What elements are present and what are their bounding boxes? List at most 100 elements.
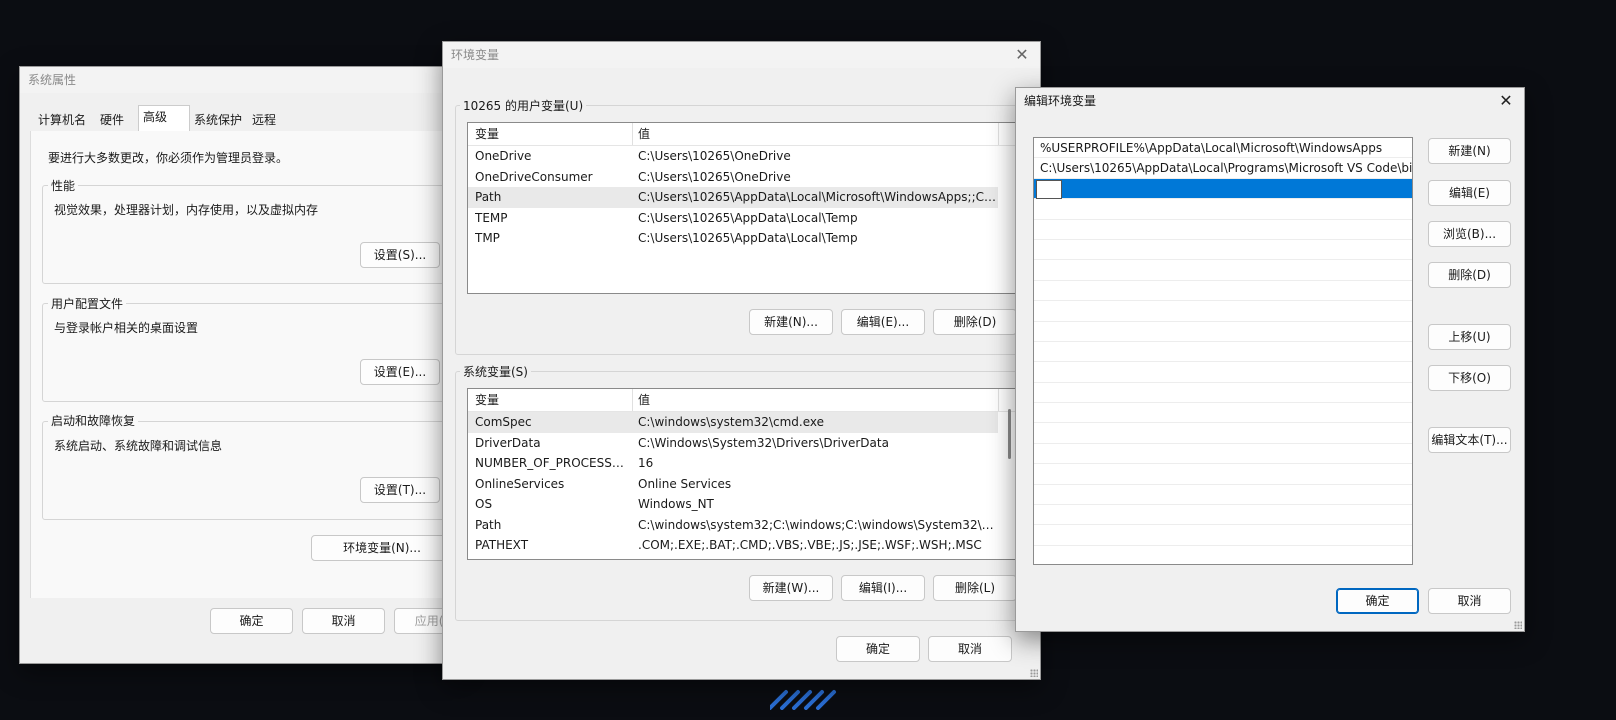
column-header-value[interactable]: 值 [638, 123, 650, 145]
user-edit-button[interactable]: 编辑(E)... [841, 309, 925, 335]
variable-value: C:\windows\system32\cmd.exe [638, 415, 824, 429]
column-header-variable[interactable]: 变量 [475, 123, 499, 145]
list-item[interactable] [1034, 342, 1412, 363]
user-profile-group [42, 303, 460, 402]
table-row[interactable]: TMP C:\Users\10265\AppData\Local\Temp [468, 228, 1040, 249]
list-item[interactable] [1034, 485, 1412, 506]
variable-value: C:\Users\10265\OneDrive [638, 169, 791, 184]
list-item[interactable] [1034, 464, 1412, 485]
inline-edit-field[interactable] [1036, 179, 1062, 199]
list-item[interactable] [1034, 423, 1412, 444]
tab-computer-name[interactable]: 计算机名 [34, 109, 90, 131]
list-item[interactable] [1034, 403, 1412, 424]
cancel-button[interactable]: 取消 [1428, 588, 1511, 614]
edit-environment-variable-window: 编辑环境变量 ✕ %USERPROFILE%\AppData\Local\Mic… [1015, 87, 1525, 632]
table-row[interactable]: NUMBER_OF_PROCESSORS 16 [468, 453, 1040, 474]
environment-variables-button[interactable]: 环境变量(N)... [311, 535, 453, 561]
variable-value: C:\Users\10265\AppData\Local\Microsoft\W… [638, 190, 996, 204]
list-item[interactable] [1034, 220, 1412, 240]
system-edit-button[interactable]: 编辑(I)... [841, 575, 925, 601]
move-down-button[interactable]: 下移(O) [1428, 365, 1511, 391]
resize-grip-icon[interactable] [1030, 669, 1038, 677]
startup-recovery-settings-button[interactable]: 设置(T)... [360, 477, 440, 503]
tab-remote[interactable]: 远程 [248, 109, 280, 131]
edit-text-button[interactable]: 编辑文本(T)... [1428, 427, 1511, 453]
system-variables-label: 系统变量(S) [460, 363, 531, 380]
ok-button[interactable]: 确定 [210, 608, 293, 634]
ok-button[interactable]: 确定 [836, 636, 920, 662]
variable-value: C:\Users\10265\AppData\Local\Temp [638, 231, 858, 245]
list-item[interactable] [1034, 199, 1412, 220]
table-row[interactable]: Path C:\windows\system32;C:\windows;C:\w… [468, 515, 1040, 536]
tab-advanced[interactable]: 高级 [138, 105, 190, 131]
user-new-button[interactable]: 新建(N)... [749, 309, 833, 335]
user-variables-label: 10265 的用户变量(U) [460, 97, 587, 114]
variable-name: PATHEXT [475, 538, 529, 552]
list-item[interactable] [1034, 322, 1412, 342]
delete-button[interactable]: 删除(D) [1428, 262, 1511, 288]
browse-button[interactable]: 浏览(B)... [1428, 221, 1511, 247]
ok-button[interactable]: 确定 [1336, 588, 1419, 614]
close-icon[interactable]: ✕ [1012, 42, 1032, 68]
variable-name: Path [475, 517, 502, 532]
cancel-button[interactable]: 取消 [928, 636, 1012, 662]
list-item[interactable]: C:\Users\10265\AppData\Local\Programs\Mi… [1034, 158, 1412, 179]
list-item[interactable]: %USERPROFILE%\AppData\Local\Microsoft\Wi… [1034, 138, 1412, 159]
user-delete-button[interactable]: 删除(D) [933, 309, 1017, 335]
table-row[interactable]: TEMP C:\Users\10265\AppData\Local\Temp [468, 208, 1040, 229]
column-divider[interactable] [998, 389, 999, 411]
list-item[interactable] [1034, 240, 1412, 261]
list-item[interactable] [1034, 505, 1412, 526]
table-row[interactable]: OneDrive C:\Users\10265\OneDrive [468, 146, 1040, 167]
list-item[interactable] [1034, 546, 1412, 564]
table-row[interactable]: OS Windows_NT [468, 494, 1040, 515]
variable-value: C:\windows\system32;C:\windows;C:\window… [638, 517, 996, 532]
list-item[interactable] [1034, 444, 1412, 465]
table-row-selected[interactable]: ComSpec C:\windows\system32\cmd.exe [468, 412, 998, 433]
variable-value: 16 [638, 456, 654, 470]
title-bar: 系统属性 [20, 67, 460, 93]
path-entries-list[interactable]: %USERPROFILE%\AppData\Local\Microsoft\Wi… [1033, 137, 1413, 565]
column-divider[interactable] [632, 389, 633, 411]
list-item[interactable] [1034, 383, 1412, 404]
table-row[interactable]: OneDriveConsumer C:\Users\10265\OneDrive [468, 167, 1040, 188]
user-variables-list[interactable]: 变量 值 OneDrive C:\Users\10265\OneDrive On… [467, 122, 1040, 294]
window-title: 编辑环境变量 [1024, 94, 1097, 108]
list-item-selected-editing[interactable] [1034, 178, 1412, 200]
user-profile-settings-button[interactable]: 设置(E)... [360, 359, 440, 385]
move-up-button[interactable]: 上移(U) [1428, 324, 1511, 350]
close-icon[interactable]: ✕ [1496, 88, 1516, 114]
cancel-button[interactable]: 取消 [302, 608, 385, 634]
system-delete-button[interactable]: 删除(L) [933, 575, 1017, 601]
column-divider[interactable] [998, 123, 999, 145]
list-item[interactable] [1034, 525, 1412, 546]
list-item[interactable] [1034, 260, 1412, 281]
performance-label: 性能 [48, 177, 79, 194]
startup-recovery-group [42, 421, 460, 520]
variable-name: DriverData [475, 435, 541, 450]
startup-recovery-desc: 系统启动、系统故障和调试信息 [54, 439, 223, 453]
tab-system-protection[interactable]: 系统保护 [190, 109, 246, 131]
column-divider[interactable] [632, 123, 633, 145]
vertical-scrollbar-thumb[interactable] [1008, 409, 1011, 459]
environment-variables-window: 环境变量 ✕ 10265 的用户变量(U) 变量 值 OneDrive C:\U… [442, 41, 1041, 680]
table-row[interactable]: DriverData C:\Windows\System32\Drivers\D… [468, 433, 1040, 454]
tab-strip: 计算机名 硬件 高级 系统保护 远程 [30, 105, 460, 132]
system-variables-list[interactable]: 变量 值 ComSpec C:\windows\system32\cmd.exe… [467, 388, 1040, 560]
table-row-selected[interactable]: Path C:\Users\10265\AppData\Local\Micros… [468, 187, 998, 208]
table-row[interactable]: OnlineServices Online Services [468, 474, 1040, 495]
tab-hardware[interactable]: 硬件 [96, 109, 128, 131]
new-button[interactable]: 新建(N) [1428, 138, 1511, 164]
list-header: 变量 值 [468, 123, 1040, 146]
performance-settings-button[interactable]: 设置(S)... [360, 242, 440, 268]
list-item[interactable] [1034, 362, 1412, 383]
column-header-variable[interactable]: 变量 [475, 389, 499, 411]
list-item[interactable] [1034, 281, 1412, 302]
column-header-value[interactable]: 值 [638, 389, 650, 411]
table-row[interactable]: PATHEXT .COM;.EXE;.BAT;.CMD;.VBS;.VBE;.J… [468, 535, 1040, 556]
variable-name: OS [475, 497, 493, 511]
list-item[interactable] [1034, 301, 1412, 322]
resize-grip-icon[interactable] [1514, 621, 1522, 629]
edit-button[interactable]: 编辑(E) [1428, 180, 1511, 206]
system-new-button[interactable]: 新建(W)... [749, 575, 833, 601]
